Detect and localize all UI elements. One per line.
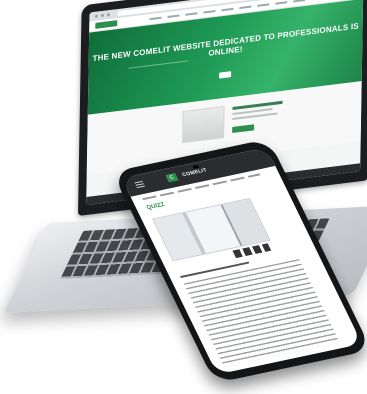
promo-cta-button: [232, 124, 255, 134]
hero-button: [219, 71, 232, 79]
comelit-logo: [95, 20, 118, 29]
promo-title: [232, 100, 283, 110]
hero-headline: THE NEW COMELIT WEBSITE DEDICATED TO PRO…: [92, 21, 359, 64]
page-title: QUIZZ: [145, 201, 167, 212]
promo-illustration: [182, 105, 225, 144]
article-body-text: [183, 259, 340, 367]
comelit-logo-mark: C: [165, 172, 179, 183]
browser-tabs-icon: [93, 12, 112, 19]
hamburger-menu-icon: [134, 180, 145, 189]
comelit-brand-name: COMELIT: [181, 167, 209, 179]
device-mockup-scene: THE NEW COMELIT WEBSITE DEDICATED TO PRO…: [0, 0, 367, 394]
